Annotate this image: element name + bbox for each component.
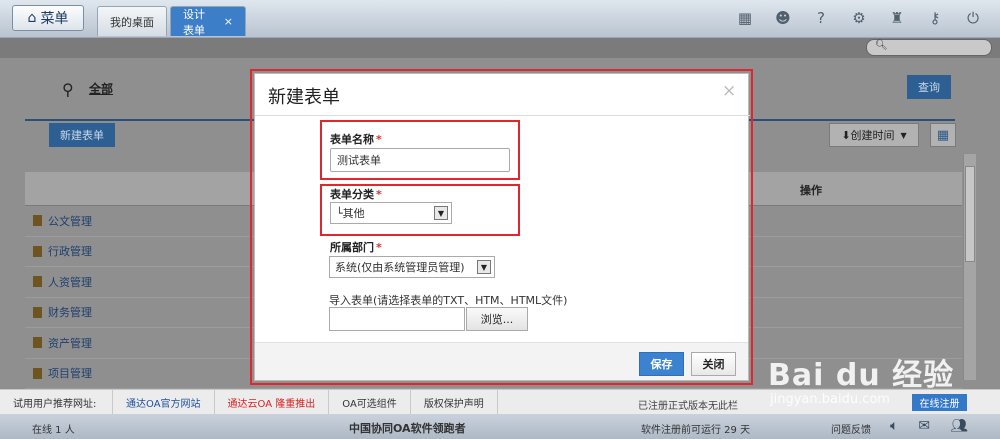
location-label[interactable]: 全部 [89, 80, 113, 97]
form-category-label: 表单分类 * [330, 186, 382, 202]
category-label[interactable]: 人资管理 [48, 274, 92, 290]
tab-close-icon[interactable]: × [224, 15, 233, 28]
status-bar: 在线 1 人 中国协同OA软件领跑者 软件注册前可运行 29 天 问题反馈 🔈︎… [0, 414, 1000, 439]
selected-value: └其他 [336, 207, 365, 220]
department-label: 所属部门 * [330, 239, 382, 255]
selected-value: 系统(仅由系统管理员管理) [335, 261, 465, 274]
folder-icon [33, 337, 42, 349]
clothing-icon[interactable]: ♜ [888, 9, 906, 27]
chevron-down-icon[interactable]: ▼ [434, 206, 448, 220]
sort-arrow-icon: ⬇ [841, 128, 851, 142]
location-pin-icon: ⚲ [62, 80, 74, 99]
grid-icon: ▦ [936, 127, 950, 143]
close-button[interactable]: 关闭 [691, 352, 736, 376]
tab-label: 设计表单 [183, 7, 205, 37]
tab-label: 我的桌面 [110, 15, 154, 29]
mail-icon[interactable]: ✉ [918, 418, 930, 434]
add-module-icon[interactable]: ▦ [736, 9, 754, 27]
import-form-label: 导入表单(请选择表单的TXT、HTM、HTML文件) [329, 294, 568, 307]
category-label[interactable]: 项目管理 [48, 365, 92, 381]
recommend-label: 试用用户推荐网址: [0, 389, 113, 415]
brand-slogan: 中国协同OA软件领跑者 [349, 422, 466, 435]
scrollbar-thumb[interactable] [965, 166, 975, 262]
department-select[interactable]: 系统(仅由系统管理员管理) ▼ [329, 256, 495, 278]
contacts-icon[interactable]: 👥︎ [950, 418, 968, 434]
folder-icon [33, 306, 42, 318]
required-mark: * [376, 133, 382, 146]
form-name-input[interactable] [330, 148, 510, 172]
category-label[interactable]: 资产管理 [48, 335, 92, 351]
category-label[interactable]: 公文管理 [48, 213, 92, 229]
file-path-input[interactable] [329, 307, 465, 331]
menu-button[interactable]: ⌂ 菜单 [12, 5, 84, 31]
tab-design-form[interactable]: 设计表单 × [170, 6, 246, 37]
browse-button[interactable]: 浏览... [466, 307, 528, 331]
sort-by-created-button[interactable]: ⬇ 创建时间 ▼ [829, 123, 919, 147]
new-form-dialog: 新建表单 × 表单名称* 表单分类* └其他 ▼ 所属部门* 系统(仅由系统管理… [254, 73, 750, 381]
search-input[interactable]: 🔍︎ [866, 39, 992, 56]
feedback-link[interactable]: 问题反馈 [831, 421, 871, 436]
status-icons: 🔈︎ ✉ 👥︎ [890, 418, 968, 434]
category-label[interactable]: 财务管理 [48, 304, 92, 320]
label-text: 表单名称 [330, 133, 374, 146]
dialog-title: 新建表单 [268, 87, 340, 108]
form-name-label: 表单名称 * [330, 131, 382, 147]
help-icon[interactable]: ? [812, 9, 830, 27]
copyright-link[interactable]: 版权保护声明 [411, 389, 498, 415]
cloud-oa-link[interactable]: 通达云OA 隆重推出 [215, 389, 330, 415]
sound-icon[interactable]: 🔈︎ [890, 418, 898, 434]
home-icon: ⌂ [27, 10, 37, 26]
top-bar: ⌂ 菜单 我的桌面 设计表单 × ▦ ☻ ? ⚙ ♜ ⚷ ⏻ [0, 0, 1000, 38]
chevron-down-icon: ▼ [900, 130, 907, 140]
folder-icon [33, 276, 42, 288]
required-mark: * [376, 188, 382, 201]
required-mark: * [376, 241, 382, 254]
divider [255, 115, 750, 116]
key-icon[interactable]: ⚷ [926, 9, 944, 27]
search-icon: 🔍︎ [875, 40, 888, 51]
grid-view-button[interactable]: ▦ [930, 123, 956, 147]
save-button[interactable]: 保存 [639, 352, 684, 376]
dialog-footer: 保存 关闭 [255, 342, 748, 380]
gear-icon[interactable]: ⚙ [850, 9, 868, 27]
folder-icon [33, 367, 42, 379]
folder-icon [33, 245, 42, 257]
optional-components-link[interactable]: OA可选组件 [329, 389, 411, 415]
operation-column-header: 操作 [800, 184, 822, 197]
chevron-down-icon[interactable]: ▼ [477, 260, 491, 274]
folder-icon [33, 215, 42, 227]
form-category-select[interactable]: └其他 ▼ [330, 202, 452, 224]
menu-label: 菜单 [40, 11, 69, 27]
label-text: 表单分类 [330, 188, 374, 201]
watermark-logo: Bai du 经验 [768, 358, 955, 393]
user-icon[interactable]: ☻ [774, 9, 792, 27]
tab-my-desktop[interactable]: 我的桌面 [97, 6, 167, 36]
top-toolbar-icons: ▦ ☻ ? ⚙ ♜ ⚷ ⏻ [736, 9, 982, 27]
label-text: 所属部门 [330, 241, 374, 254]
vertical-scrollbar[interactable] [963, 154, 976, 380]
close-icon[interactable]: × [722, 81, 736, 101]
search-bar: 🔍︎ [0, 38, 1000, 58]
query-button[interactable]: 查询 [907, 75, 951, 99]
online-count[interactable]: 在线 1 人 [32, 421, 75, 436]
power-icon[interactable]: ⏻ [964, 9, 982, 27]
official-site-link[interactable]: 通达OA官方网站 [113, 389, 215, 415]
registered-note: 已注册正式版本无此栏 [638, 401, 738, 412]
sort-label: 创建时间 [850, 129, 895, 142]
baidu-watermark: Bai du 经验 jingyan.baidu.com [762, 350, 982, 410]
category-label[interactable]: 行政管理 [48, 243, 92, 259]
trial-days: 软件注册前可运行 29 天 [641, 425, 751, 436]
watermark-url: jingyan.baidu.com [770, 392, 890, 407]
new-form-button[interactable]: 新建表单 [49, 123, 115, 147]
